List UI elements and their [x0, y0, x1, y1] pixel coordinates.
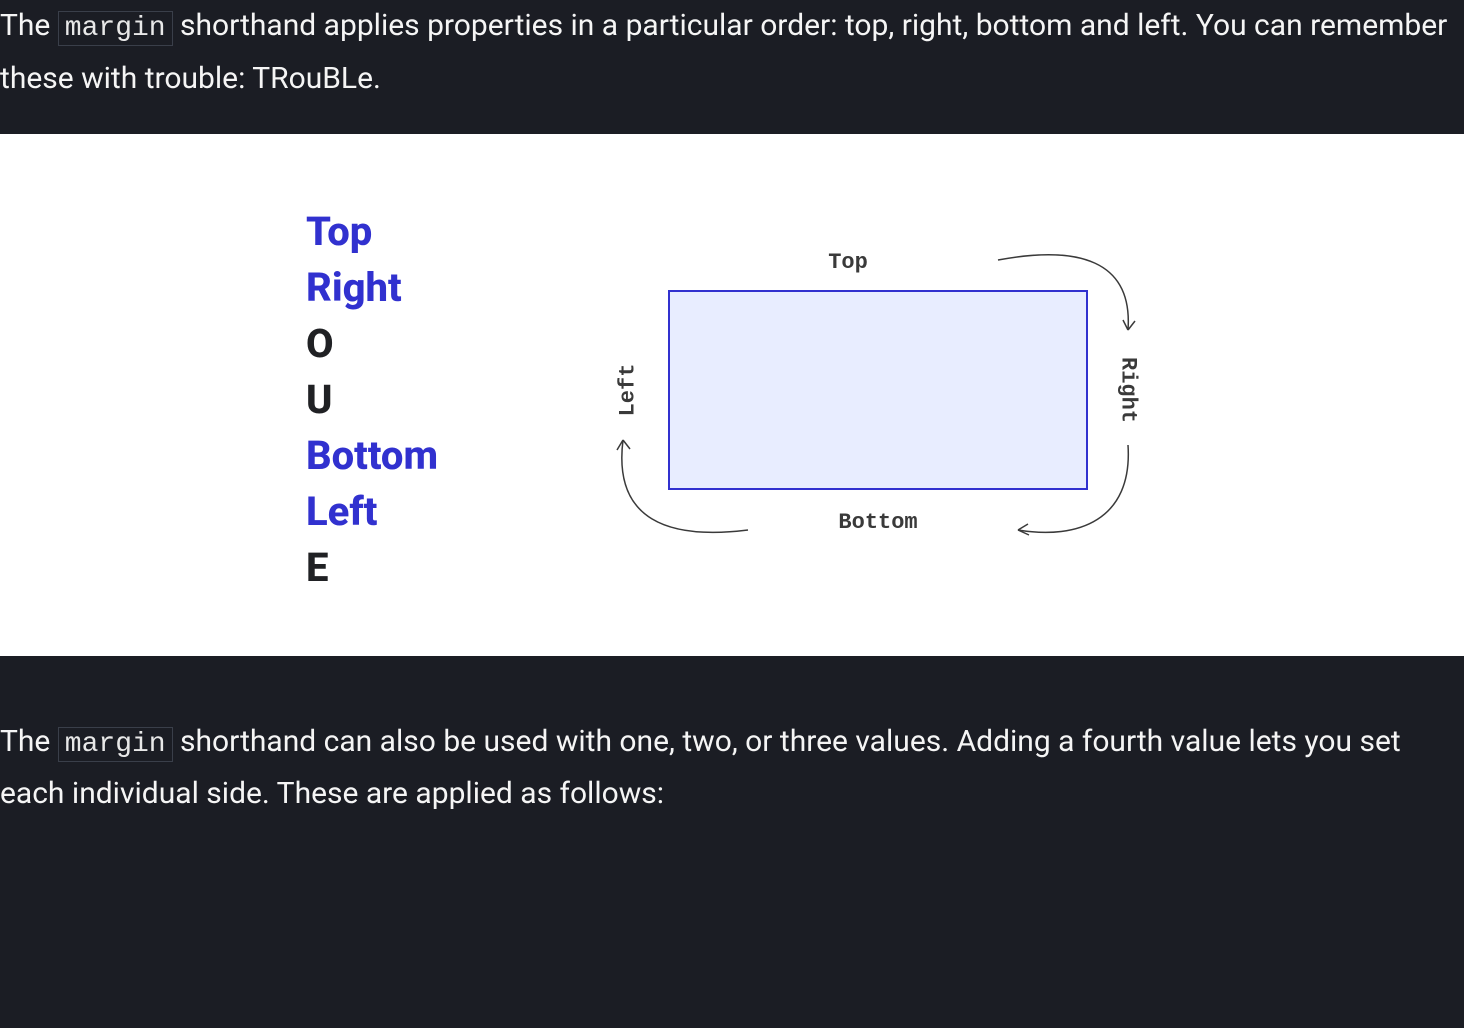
code-margin: margin [58, 11, 173, 46]
paragraph-intro: The margin shorthand applies properties … [0, 0, 1464, 134]
diagram-box [668, 290, 1088, 490]
diagram-label-bottom: Bottom [838, 510, 917, 535]
code-margin-2: margin [58, 727, 173, 762]
diagram-label-left: Left [616, 363, 641, 416]
trouble-left: Left [306, 484, 438, 540]
trouble-right: Right [306, 260, 438, 316]
diagram-label-right: Right [1116, 357, 1141, 423]
para1-pre: The [0, 8, 58, 43]
trouble-e: E [306, 540, 438, 596]
diagram-label-top: Top [828, 250, 868, 275]
para1-post: shorthand applies properties in a partic… [0, 8, 1447, 96]
trouble-mnemonic-list: Top Right O U Bottom Left E [306, 204, 438, 596]
trouble-figure: Top Right O U Bottom Left E Top Right Bo… [0, 134, 1464, 656]
trouble-o: O [306, 316, 438, 372]
trouble-top: Top [306, 204, 438, 260]
trouble-u: U [306, 372, 438, 428]
para2-post: shorthand can also be used with one, two… [0, 724, 1401, 812]
box-model-diagram: Top Right Bottom Left [598, 220, 1158, 580]
para2-pre: The [0, 724, 58, 759]
paragraph-outro: The margin shorthand can also be used wi… [0, 656, 1464, 850]
trouble-bottom: Bottom [306, 428, 438, 484]
